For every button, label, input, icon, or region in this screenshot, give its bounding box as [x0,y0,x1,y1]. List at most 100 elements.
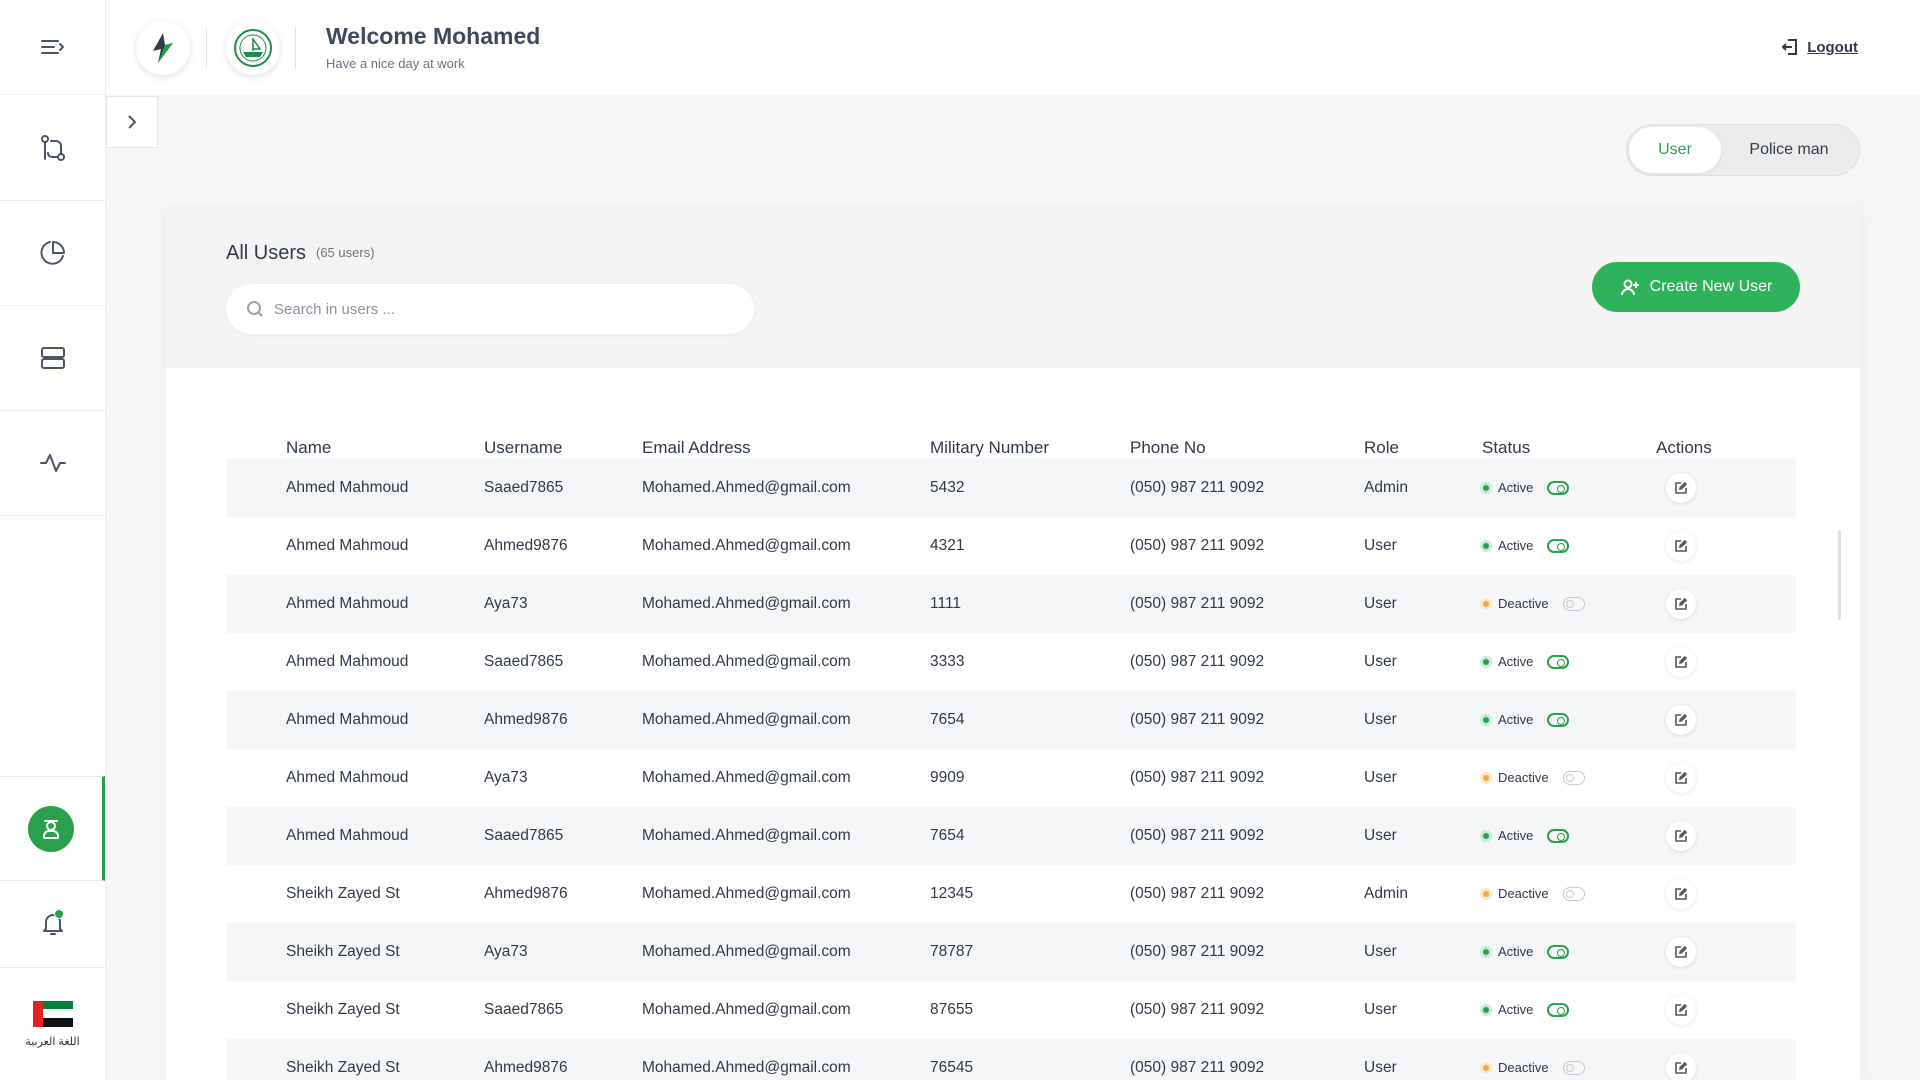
sidebar-item-users[interactable] [0,776,105,881]
cell-email: Mohamed.Ahmed@gmail.com [642,943,851,960]
col-phone[interactable]: Phone No [1130,438,1206,458]
sidebar-item-servers[interactable] [0,306,105,411]
status-toggle[interactable] [1547,712,1570,727]
cell-phone: (050) 987 211 9092 [1130,1059,1265,1076]
edit-button[interactable] [1666,821,1696,851]
cell-username: Saaed7865 [484,479,564,496]
col-email[interactable]: Email Address [642,438,751,458]
status-toggle[interactable] [1562,596,1585,611]
cell-username: Saaed7865 [484,1001,564,1018]
table-row[interactable]: Sheikh Zayed St Ahmed9876 Mohamed.Ahmed@gm… [226,865,1796,923]
cell-role: User [1364,827,1397,844]
cell-military-number: 7654 [930,827,965,844]
status-dot [1480,655,1492,668]
status-cell: Deactive [1480,1060,1585,1075]
welcome-subtitle: Have a nice day at work [326,56,465,71]
sidebar-item-reports[interactable] [0,201,105,306]
cell-role: User [1364,595,1397,612]
status-toggle[interactable] [1562,770,1585,785]
col-name[interactable]: Name [286,438,331,458]
edit-button[interactable] [1666,589,1696,619]
table-row[interactable]: Ahmed Mahmoud Ahmed9876 Mohamed.Ahmed@gmai… [226,517,1796,575]
create-new-user-button[interactable]: Create New User [1592,262,1800,312]
table-row[interactable]: Ahmed Mahmoud Aya73 Mohamed.Ahmed@gmail.co… [226,749,1796,807]
col-role[interactable]: Role [1364,438,1399,458]
status-cell: Deactive [1480,770,1585,785]
edit-button[interactable] [1666,647,1696,677]
edit-icon [1675,946,1687,958]
users-table-body: Ahmed Mahmoud Saaed7865 Mohamed.Ahmed@gmai… [226,459,1796,1080]
cell-phone: (050) 987 211 9092 [1130,537,1265,554]
cell-role: User [1364,711,1397,728]
col-status[interactable]: Status [1482,438,1530,458]
table-row[interactable]: Ahmed Mahmoud Ahmed9876 Mohamed.Ahmed@gmai… [226,691,1796,749]
tab-user[interactable]: User [1629,127,1721,173]
status-toggle[interactable] [1562,1060,1585,1075]
status-toggle[interactable] [1547,480,1570,495]
cell-email: Mohamed.Ahmed@gmail.com [642,1001,851,1018]
edit-button[interactable] [1666,763,1696,793]
status-cell: Active [1480,944,1570,959]
edit-icon [1675,598,1687,610]
edit-button[interactable] [1666,473,1696,503]
cell-phone: (050) 987 211 9092 [1130,479,1265,496]
tab-policeman[interactable]: Police man [1721,127,1857,173]
table-row[interactable]: Ahmed Mahmoud Saaed7865 Mohamed.Ahmed@gmai… [226,807,1796,865]
menu-toggle-button[interactable] [0,0,105,95]
edit-icon [1675,714,1687,726]
table-row[interactable]: Ahmed Mahmoud Saaed7865 Mohamed.Ahmed@gmai… [226,459,1796,517]
cell-name: Ahmed Mahmoud [286,827,409,844]
app-logo [136,21,190,75]
status-label: Active [1498,1002,1534,1017]
edit-button[interactable] [1666,995,1696,1025]
sidebar-item-workflow[interactable] [0,96,105,201]
cell-name: Sheikh Zayed St [286,1059,400,1076]
table-row[interactable]: Sheikh Zayed St Saaed7865 Mohamed.Ahmed@gm… [226,981,1796,1039]
cell-name: Ahmed Mahmoud [286,537,409,554]
logout-button[interactable]: Logout [1781,38,1858,56]
status-dot [1480,713,1492,726]
edit-button[interactable] [1666,531,1696,561]
status-label: Active [1498,712,1534,727]
edit-button[interactable] [1666,937,1696,967]
col-military-number[interactable]: Military Number [930,438,1049,458]
table-row[interactable]: Sheikh Zayed St Ahmed9876 Mohamed.Ahmed@gm… [226,1039,1796,1080]
cell-phone: (050) 987 211 9092 [1130,769,1265,786]
edit-icon [1675,656,1687,668]
status-cell: Active [1480,480,1570,495]
status-label: Active [1498,480,1534,495]
status-toggle[interactable] [1547,538,1570,553]
cell-role: User [1364,537,1397,554]
cell-name: Sheikh Zayed St [286,885,400,902]
status-toggle[interactable] [1547,944,1570,959]
language-switch[interactable]: اللغة العربية [0,968,105,1080]
table-row[interactable]: Sheikh Zayed St Aya73 Mohamed.Ahmed@gmail.… [226,923,1796,981]
cell-name: Ahmed Mahmoud [286,711,409,728]
users-card: All Users (65 users) Create New User Nam… [166,208,1860,1080]
edit-button[interactable] [1666,1053,1696,1080]
status-dot [1480,945,1492,958]
status-toggle[interactable] [1562,886,1585,901]
col-username[interactable]: Username [484,438,562,458]
cell-military-number: 12345 [930,885,974,902]
search-input[interactable] [274,300,734,318]
sidebar-item-activity[interactable] [0,411,105,516]
status-toggle[interactable] [1547,654,1570,669]
sidebar-item-notifications[interactable] [0,881,105,968]
table-row[interactable]: Ahmed Mahmoud Aya73 Mohamed.Ahmed@gmail.co… [226,575,1796,633]
status-toggle[interactable] [1547,1002,1570,1017]
search-box [226,284,754,334]
edit-icon [1675,830,1687,842]
table-row[interactable]: Ahmed Mahmoud Saaed7865 Mohamed.Ahmed@gmai… [226,633,1796,691]
search-icon [247,301,263,317]
welcome-title: Welcome Mohamed [326,23,541,49]
cell-military-number: 5432 [930,479,965,496]
edit-button[interactable] [1666,705,1696,735]
expand-panel-button[interactable] [106,96,158,148]
status-toggle[interactable] [1547,828,1570,843]
cell-role: User [1364,943,1397,960]
cell-military-number: 1111 [930,595,962,612]
scrollbar[interactable] [1838,530,1841,620]
edit-button[interactable] [1666,879,1696,909]
status-dot [1480,1061,1492,1074]
